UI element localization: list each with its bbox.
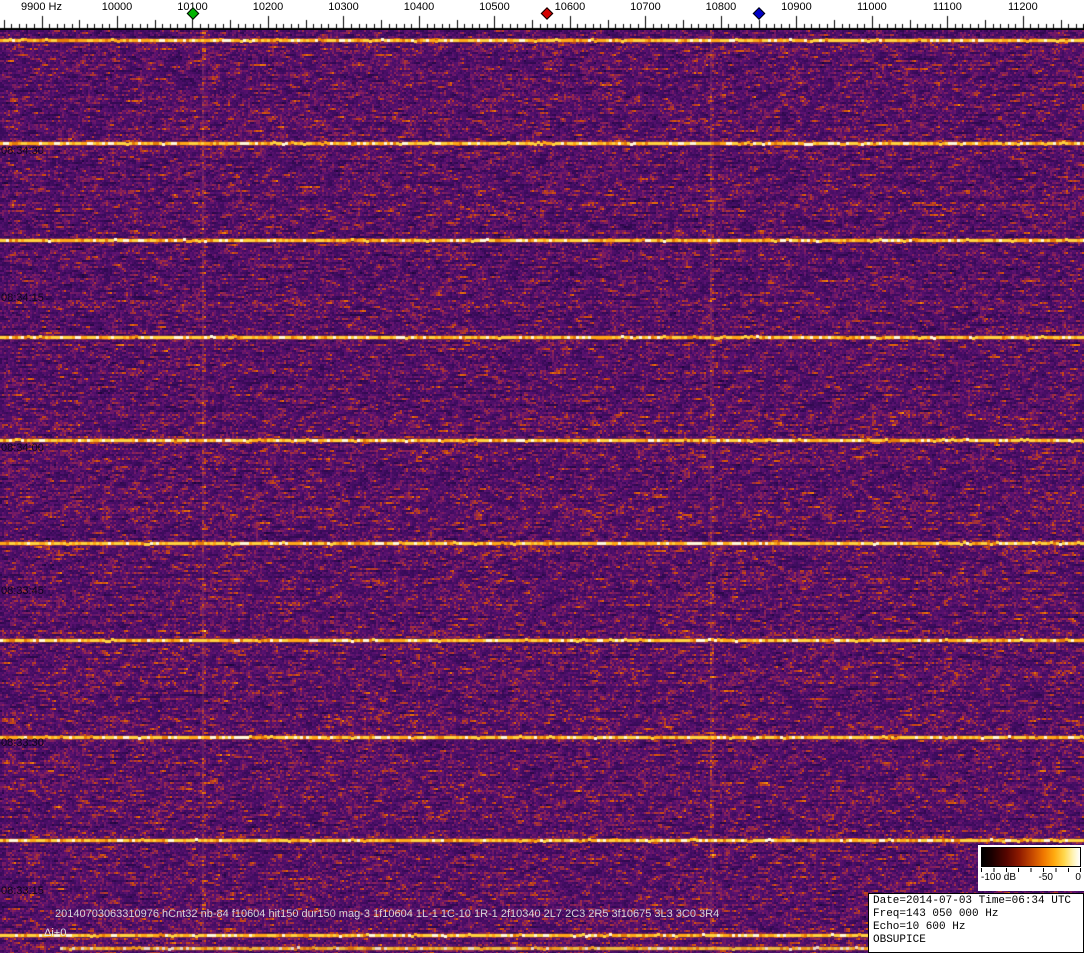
delta-indicator: Δi+0 <box>44 927 66 939</box>
spectrogram-window: 9900 Hz100001010010200103001040010500106… <box>0 0 1084 953</box>
freq-tick-label: 10900 <box>780 1 813 13</box>
time-tick-label: 08:33:45 <box>1 585 44 597</box>
waterfall-area: 08:34:30 08:34:15 08:34:00 08:33:45 08:33:30… <box>0 30 1084 953</box>
colorbar-min-label: -100 dB <box>981 872 1016 884</box>
freq-tick-label: 10300 <box>327 1 360 13</box>
time-tick-label: 08:34:15 <box>1 292 44 304</box>
freq-tick-label: 10700 <box>629 1 662 13</box>
time-tick-lines-canvas <box>0 30 1084 953</box>
freq-tick-label: 10600 <box>554 1 587 13</box>
freq-tick-label: 10000 <box>101 1 134 13</box>
time-tick-label: 08:34:00 <box>1 442 44 454</box>
freq-tick-label: 10400 <box>403 1 436 13</box>
freq-tick-label: 10800 <box>705 1 738 13</box>
colorbar: -100 dB -50 0 <box>978 845 1084 891</box>
freq-tick-label: 10500 <box>478 1 511 13</box>
freq-tick-label: 11200 <box>1007 1 1039 13</box>
info-station: OBSUPICE <box>873 934 1079 947</box>
info-box: Date=2014-07-03 Time=06:34 UTC Freq=143 … <box>868 893 1084 953</box>
info-frequency: Freq=143 050 000 Hz <box>873 908 1079 921</box>
hit-annotation: 20140703063310976 hCnt32 nb-84 f10604 hi… <box>55 908 719 920</box>
info-date-time: Date=2014-07-03 Time=06:34 UTC <box>873 895 1079 908</box>
frequency-ruler: 9900 Hz100001010010200103001040010500106… <box>0 0 1084 30</box>
time-tick-label: 08:34:30 <box>1 145 44 157</box>
freq-tick-label: 11000 <box>856 1 888 13</box>
freq-tick-label: 11100 <box>932 1 963 13</box>
colorbar-mid-label: -50 <box>1039 872 1053 884</box>
time-tick-label: 08:33:15 <box>1 885 44 897</box>
colorbar-gradient <box>981 847 1081 867</box>
info-echo: Echo=10 600 Hz <box>873 921 1079 934</box>
freq-tick-label: 9900 Hz <box>20 1 63 13</box>
freq-tick-label: 10200 <box>252 1 285 13</box>
colorbar-max-label: 0 <box>1075 872 1081 884</box>
time-tick-label: 08:33:30 <box>1 737 44 749</box>
colorbar-labels: -100 dB -50 0 <box>981 872 1081 884</box>
